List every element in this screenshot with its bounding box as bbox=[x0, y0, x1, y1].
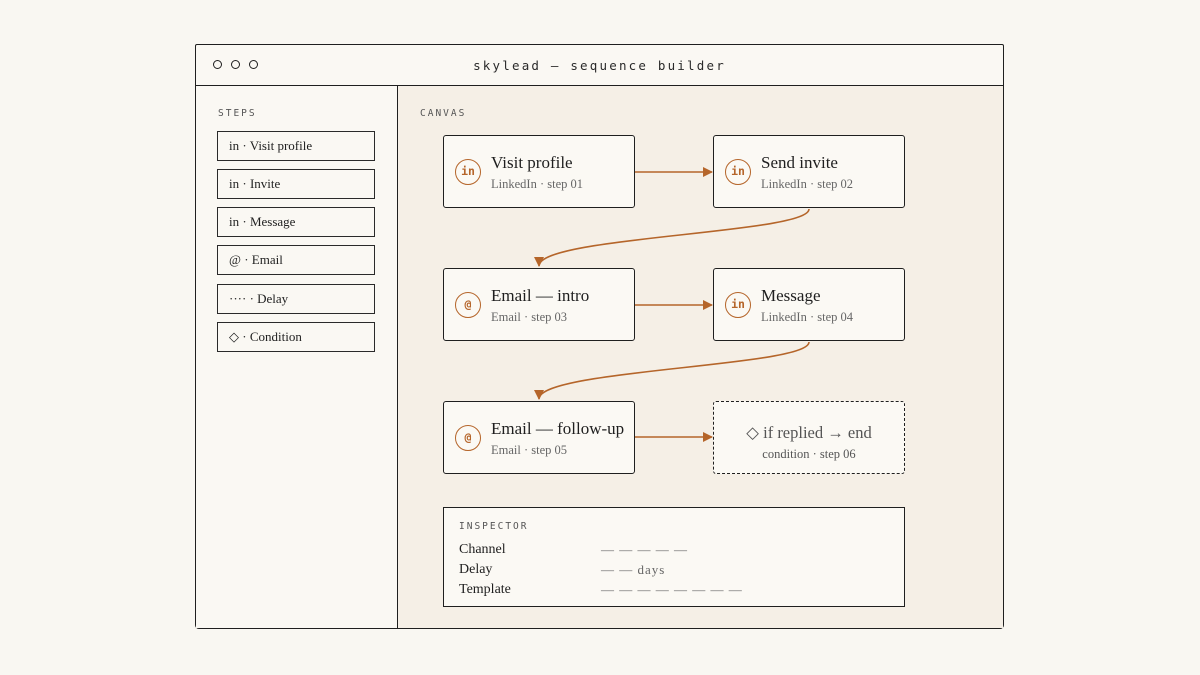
inspector-value-delay[interactable]: — — days bbox=[601, 562, 665, 578]
inspector-panel: INSPECTOR Channel — — — — — Delay — — da… bbox=[443, 507, 905, 607]
title-bar: skylead — sequence builder bbox=[196, 45, 1003, 86]
condition-subtitle: condition · step 06 bbox=[762, 447, 856, 461]
linkedin-icon: in bbox=[725, 159, 751, 185]
node-visit-profile[interactable]: in Visit profile LinkedIn · step 01 bbox=[443, 135, 635, 208]
inspector-key-channel: Channel bbox=[459, 542, 506, 557]
inspector-key-delay: Delay bbox=[459, 562, 493, 577]
inspector-label: INSPECTOR bbox=[459, 521, 529, 532]
condition-title: ◇ if replied → end bbox=[746, 423, 872, 442]
connector-04-05 bbox=[534, 341, 810, 400]
email-icon: @ bbox=[455, 425, 481, 451]
inspector-value-channel[interactable]: — — — — — bbox=[601, 542, 688, 558]
node-title: Visit profile bbox=[491, 153, 573, 172]
node-title: Send invite bbox=[761, 153, 838, 172]
node-title: Email — follow-up bbox=[491, 419, 625, 438]
node-subtitle: LinkedIn · step 02 bbox=[761, 177, 853, 191]
node-subtitle: LinkedIn · step 04 bbox=[761, 310, 853, 324]
node-email-intro[interactable]: @ Email — intro Email · step 03 bbox=[443, 268, 635, 341]
app-window: skylead — sequence builder STEPS in · Vi… bbox=[195, 44, 1004, 629]
step-item-invite[interactable]: in · Invite bbox=[217, 169, 375, 199]
step-item-visit-profile[interactable]: in · Visit profile bbox=[217, 131, 375, 161]
window-title: skylead — sequence builder bbox=[473, 58, 726, 73]
step-item-condition[interactable]: ◇ · Condition bbox=[217, 322, 375, 352]
node-message[interactable]: in Message LinkedIn · step 04 bbox=[713, 268, 905, 341]
linkedin-icon: in bbox=[725, 292, 751, 318]
inspector-key-template: Template bbox=[459, 582, 511, 597]
node-subtitle: Email · step 05 bbox=[491, 443, 568, 457]
step-item-delay[interactable]: ···· · Delay bbox=[217, 284, 375, 314]
step-item-message[interactable]: in · Message bbox=[217, 207, 375, 237]
step-item-email[interactable]: @ · Email bbox=[217, 245, 375, 275]
linkedin-icon: in bbox=[455, 159, 481, 185]
node-title: Email — intro bbox=[491, 286, 590, 305]
node-email-follow-up[interactable]: @ Email — follow-up Email · step 05 bbox=[443, 401, 635, 474]
node-title: Message bbox=[761, 286, 821, 305]
node-subtitle: LinkedIn · step 01 bbox=[491, 177, 583, 191]
steps-label: STEPS bbox=[218, 108, 257, 119]
node-condition[interactable]: ◇ if replied → end condition · step 06 bbox=[713, 401, 905, 474]
canvas[interactable]: CANVAS in Visit profile LinkedIn · step … bbox=[398, 86, 1003, 628]
email-icon: @ bbox=[455, 292, 481, 318]
node-send-invite[interactable]: in Send invite LinkedIn · step 02 bbox=[713, 135, 905, 208]
inspector-value-template[interactable]: — — — — — — — — bbox=[601, 582, 743, 598]
node-subtitle: Email · step 03 bbox=[491, 310, 568, 324]
connector-02-03 bbox=[534, 208, 810, 267]
steps-sidebar: STEPS in · Visit profile in · Invite in … bbox=[196, 86, 398, 628]
